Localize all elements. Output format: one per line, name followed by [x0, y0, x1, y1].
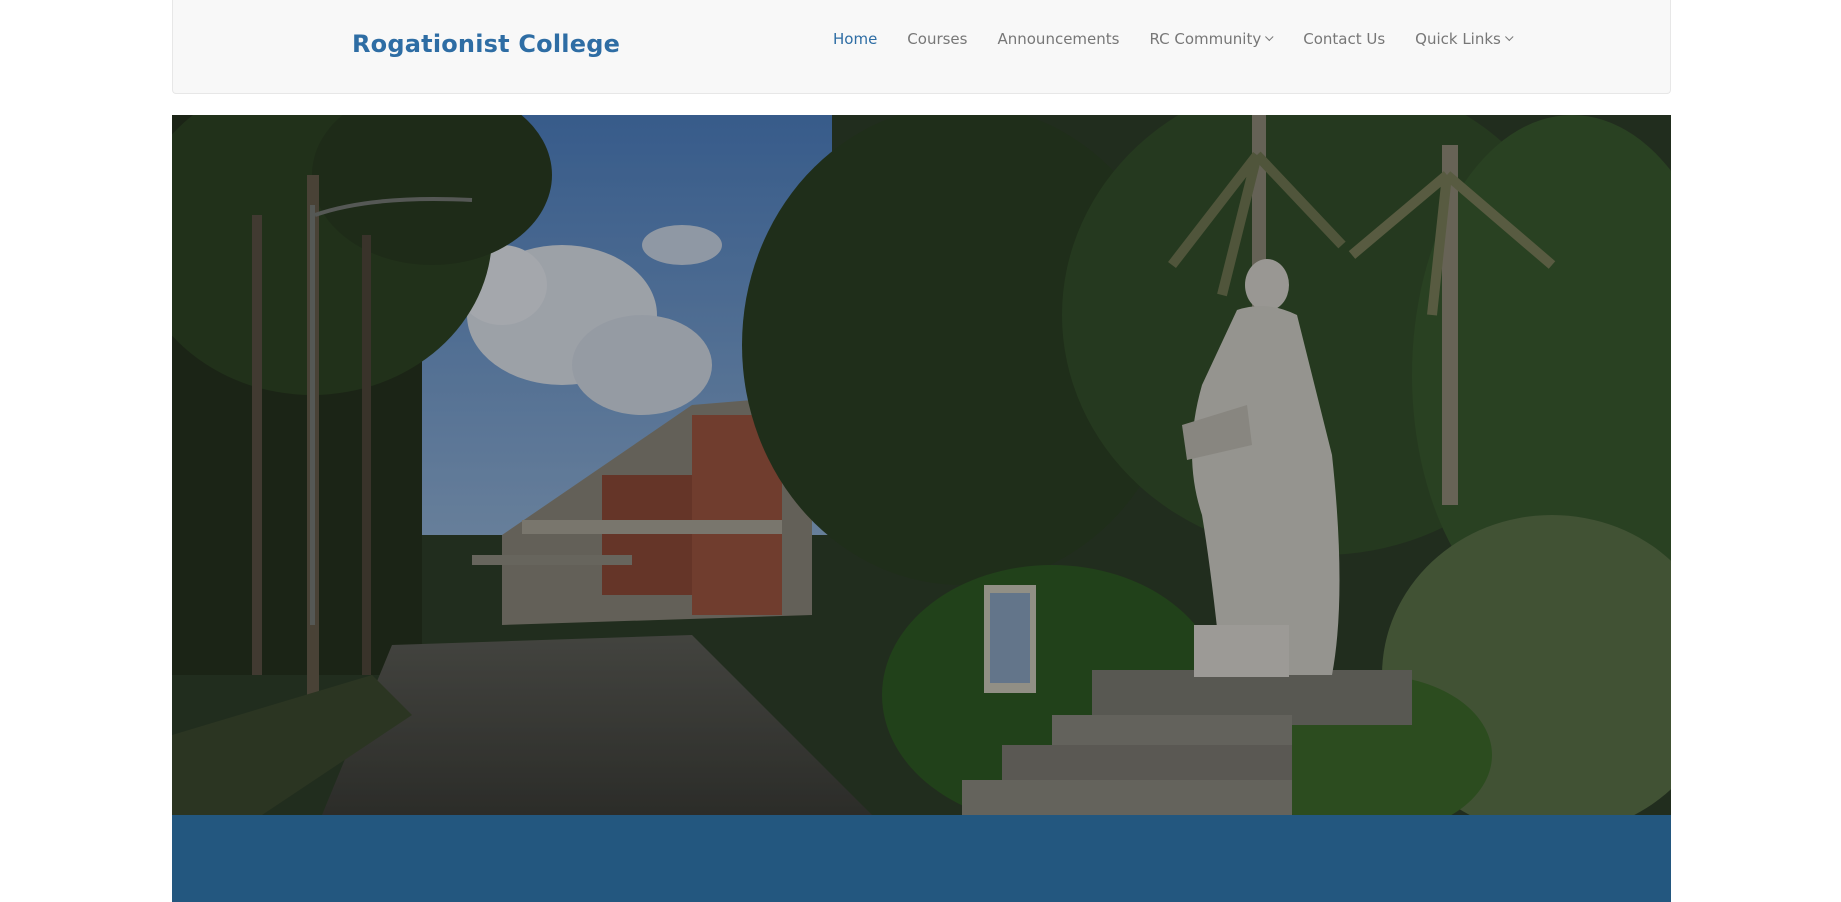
chevron-down-icon [1504, 32, 1514, 42]
brand-link[interactable]: Rogationist College [352, 30, 620, 58]
nav-item-label: Courses [907, 30, 968, 48]
nav-item-announcements[interactable]: Announcements [997, 30, 1119, 48]
nav-item-courses[interactable]: Courses [907, 30, 967, 48]
nav-item-quick-links[interactable]: Quick Links [1415, 30, 1514, 48]
navbar: Rogationist College Home Courses Announc… [172, 0, 1671, 94]
nav-item-label: Contact Us [1303, 30, 1386, 48]
nav-item-rc-community[interactable]: RC Community [1149, 30, 1274, 48]
nav-item-label: Home [833, 30, 878, 48]
chevron-down-icon [1265, 32, 1274, 42]
page: Rogationist College Home Courses Announc… [0, 0, 1841, 902]
nav-item-contact-us[interactable]: Contact Us [1303, 30, 1385, 48]
main-nav: Home Courses Announcements RC Community … [833, 30, 1514, 48]
content-band [172, 815, 1671, 902]
hero-image [172, 115, 1671, 815]
nav-item-label: RC Community [1149, 30, 1262, 48]
nav-item-home[interactable]: Home [833, 30, 877, 48]
nav-item-label: Quick Links [1415, 30, 1501, 48]
nav-item-label: Announcements [997, 30, 1120, 48]
